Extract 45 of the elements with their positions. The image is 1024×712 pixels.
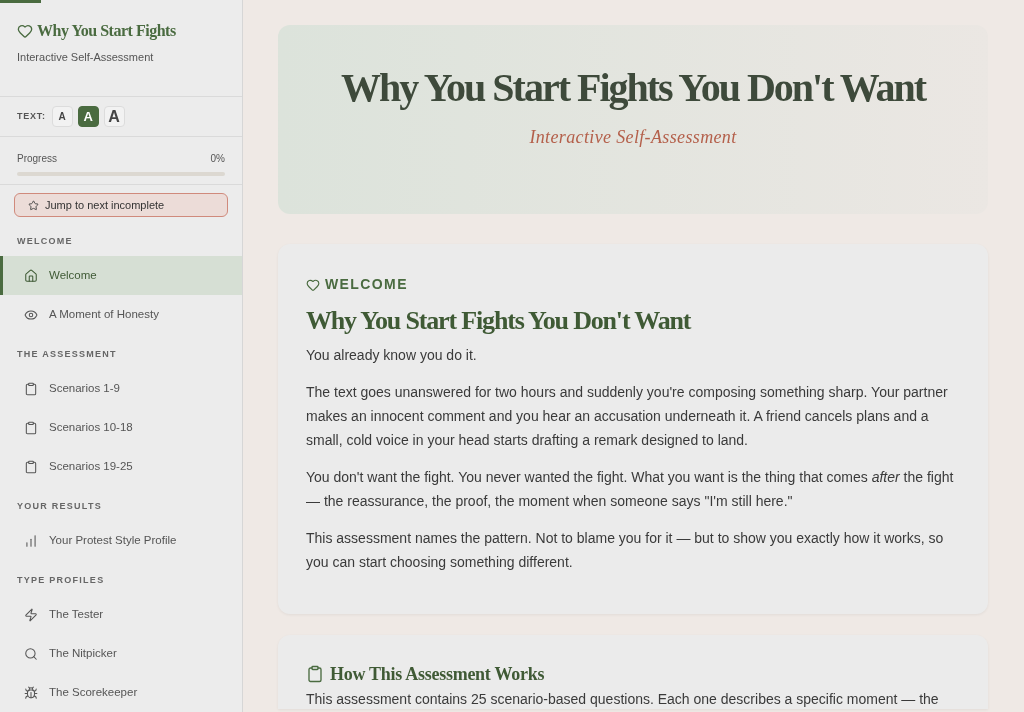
nav-section-heading: WELCOME [16, 235, 74, 248]
clipboard-icon [24, 420, 38, 435]
text-size-label: TEXT: [17, 109, 46, 123]
nav-item[interactable]: Your Protest Style Profile [0, 521, 242, 560]
nav-section-heading: THE ASSESSMENT [16, 348, 118, 361]
hero-title: Why You Start Fights You Don't Want [340, 64, 926, 112]
nav-item[interactable]: Welcome [0, 256, 242, 295]
body-paragraph: The text goes unanswered for two hours and suddenly you're composing something sharp. Your partner makes an innocent comment and you hear an accusation underneath it. A friend cancels plans and a small, cold voice in your head starts drafting a remark designed to land. [306, 383, 949, 450]
star-icon [28, 199, 39, 211]
sidebar-subtitle: Interactive Self-Assessment [17, 50, 155, 65]
body-paragraph: This assessment contains 25 scenario-based questions. Each one describes a specific moment — the [306, 691, 940, 708]
body-paragraph: You already know you do it. [306, 346, 478, 365]
nav-item[interactable]: Scenarios 10-18 [0, 408, 242, 447]
card-title: How This Assessment Works [330, 663, 545, 686]
lightning-icon [24, 607, 38, 622]
nav-section-heading: YOUR RESULTS [16, 500, 103, 513]
nav-item[interactable]: A Moment of Honesty [0, 295, 242, 334]
body-paragraph: You don't want the fight. You never wanted the fight. What you want is the thing that comes after the fight — the reassurance, the proof, the moment when someone says "I'm still here." [306, 468, 955, 511]
nav-section-heading: TYPE PROFILES [16, 574, 106, 587]
heart-icon [17, 23, 33, 39]
card-title: Why You Start Fights You Don't Want [306, 305, 692, 337]
clipboard-icon [24, 381, 38, 396]
text-size-button[interactable]: A [77, 106, 99, 127]
body-paragraph: This assessment names the pattern. Not to blame you for it — but to show you exactly how it works, so you can start choosing something different. [306, 529, 945, 572]
eye-icon [24, 307, 38, 322]
nav-item[interactable]: The Nitpicker [0, 634, 242, 673]
bug-icon [24, 685, 38, 700]
jump-button[interactable]: Jump to next incomplete [14, 193, 228, 217]
text-size-button[interactable]: A [51, 106, 73, 127]
hero-subtitle: Interactive Self-Assessment [529, 126, 737, 149]
home-icon [24, 268, 38, 283]
nav-item[interactable]: The Tester [0, 595, 242, 634]
clipboard-icon [306, 664, 324, 684]
nav-item[interactable]: Scenarios 1-9 [0, 369, 242, 408]
search-icon [24, 646, 38, 661]
progress-value: 0% [210, 152, 225, 166]
progress-label: Progress [17, 152, 57, 166]
nav-item[interactable]: The Scorekeeper [0, 673, 242, 712]
sidebar-title: Why You Start Fights [37, 21, 176, 42]
nav-item[interactable]: Scenarios 19-25 [0, 447, 242, 486]
text-size-button[interactable]: A [103, 106, 125, 127]
card-eyebrow: WELCOME [325, 275, 408, 294]
clipboard-icon [24, 459, 38, 474]
bar-chart-icon [24, 533, 38, 548]
heart-icon [306, 277, 320, 292]
